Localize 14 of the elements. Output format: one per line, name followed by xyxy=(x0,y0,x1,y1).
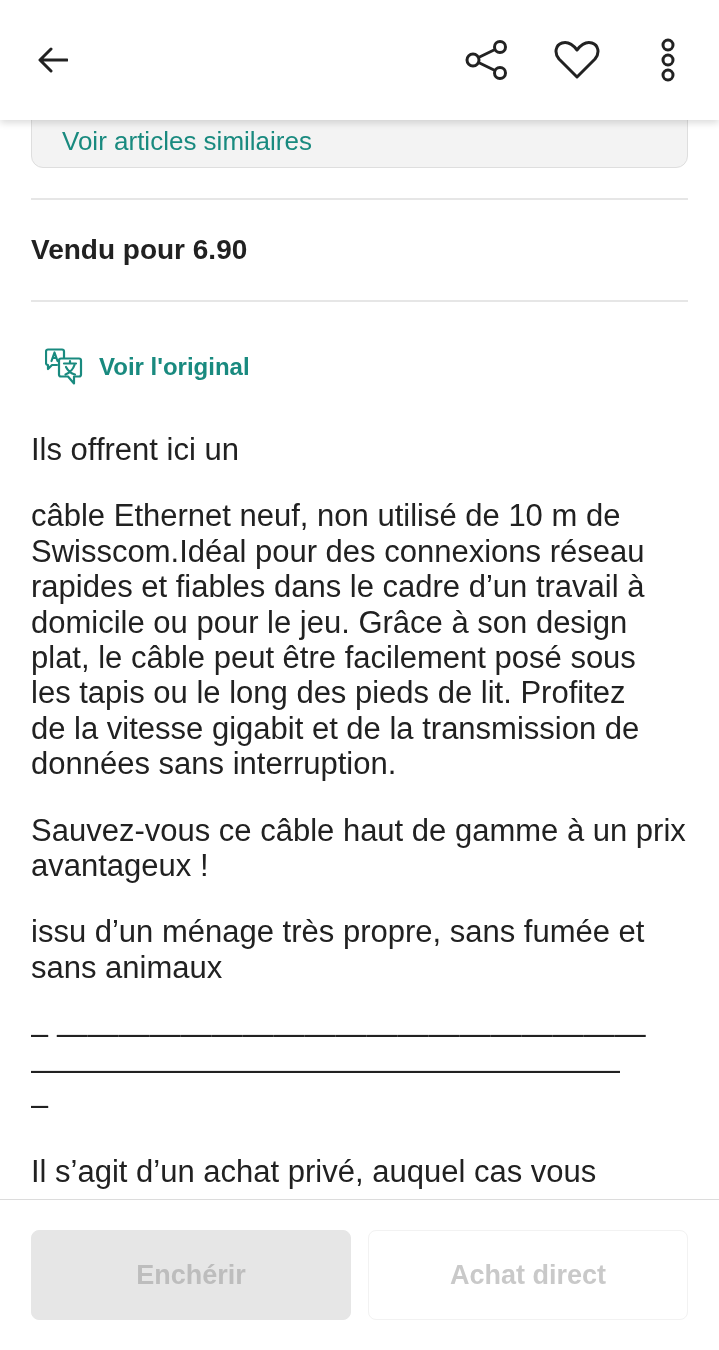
share-icon[interactable] xyxy=(465,40,509,80)
description-paragraph: Il s’agit d’un achat privé, auquel cas vous xyxy=(31,1153,598,1189)
translate-icon xyxy=(45,348,83,386)
description-paragraph: issu d’un ménage très propre, sans fumée et sans animaux xyxy=(31,914,646,986)
similar-items-link[interactable]: Voir articles similaires xyxy=(62,126,312,156)
more-options-icon[interactable] xyxy=(660,38,676,82)
back-arrow-icon[interactable] xyxy=(38,47,68,73)
description-paragraph: – ——————————————————— ——————————————————— – xyxy=(31,1016,647,1123)
description-paragraph: Sauvez-vous ce câble haut de gamme à un prix avantageux ! xyxy=(31,812,687,884)
heart-outline-icon[interactable] xyxy=(554,41,600,79)
sold-price-text: Vendu pour 6.90 xyxy=(31,234,248,266)
description-paragraph: câble Ethernet neuf, non utilisé de 10 m de Swisscom.Idéal pour des connexions réseau rapides et fiables dans le cadre d’un travail à domicile ou pour le jeu. Grâce à son design plat, le câble peut être facilement posé sous les tapis ou le long des pieds de lit. Profitez de la vitesse gigabit et de la transmission de données sans interruption. xyxy=(31,498,646,782)
view-original-link[interactable]: Voir l'original xyxy=(99,353,250,381)
description-paragraph: Ils offrent ici un xyxy=(31,432,240,468)
